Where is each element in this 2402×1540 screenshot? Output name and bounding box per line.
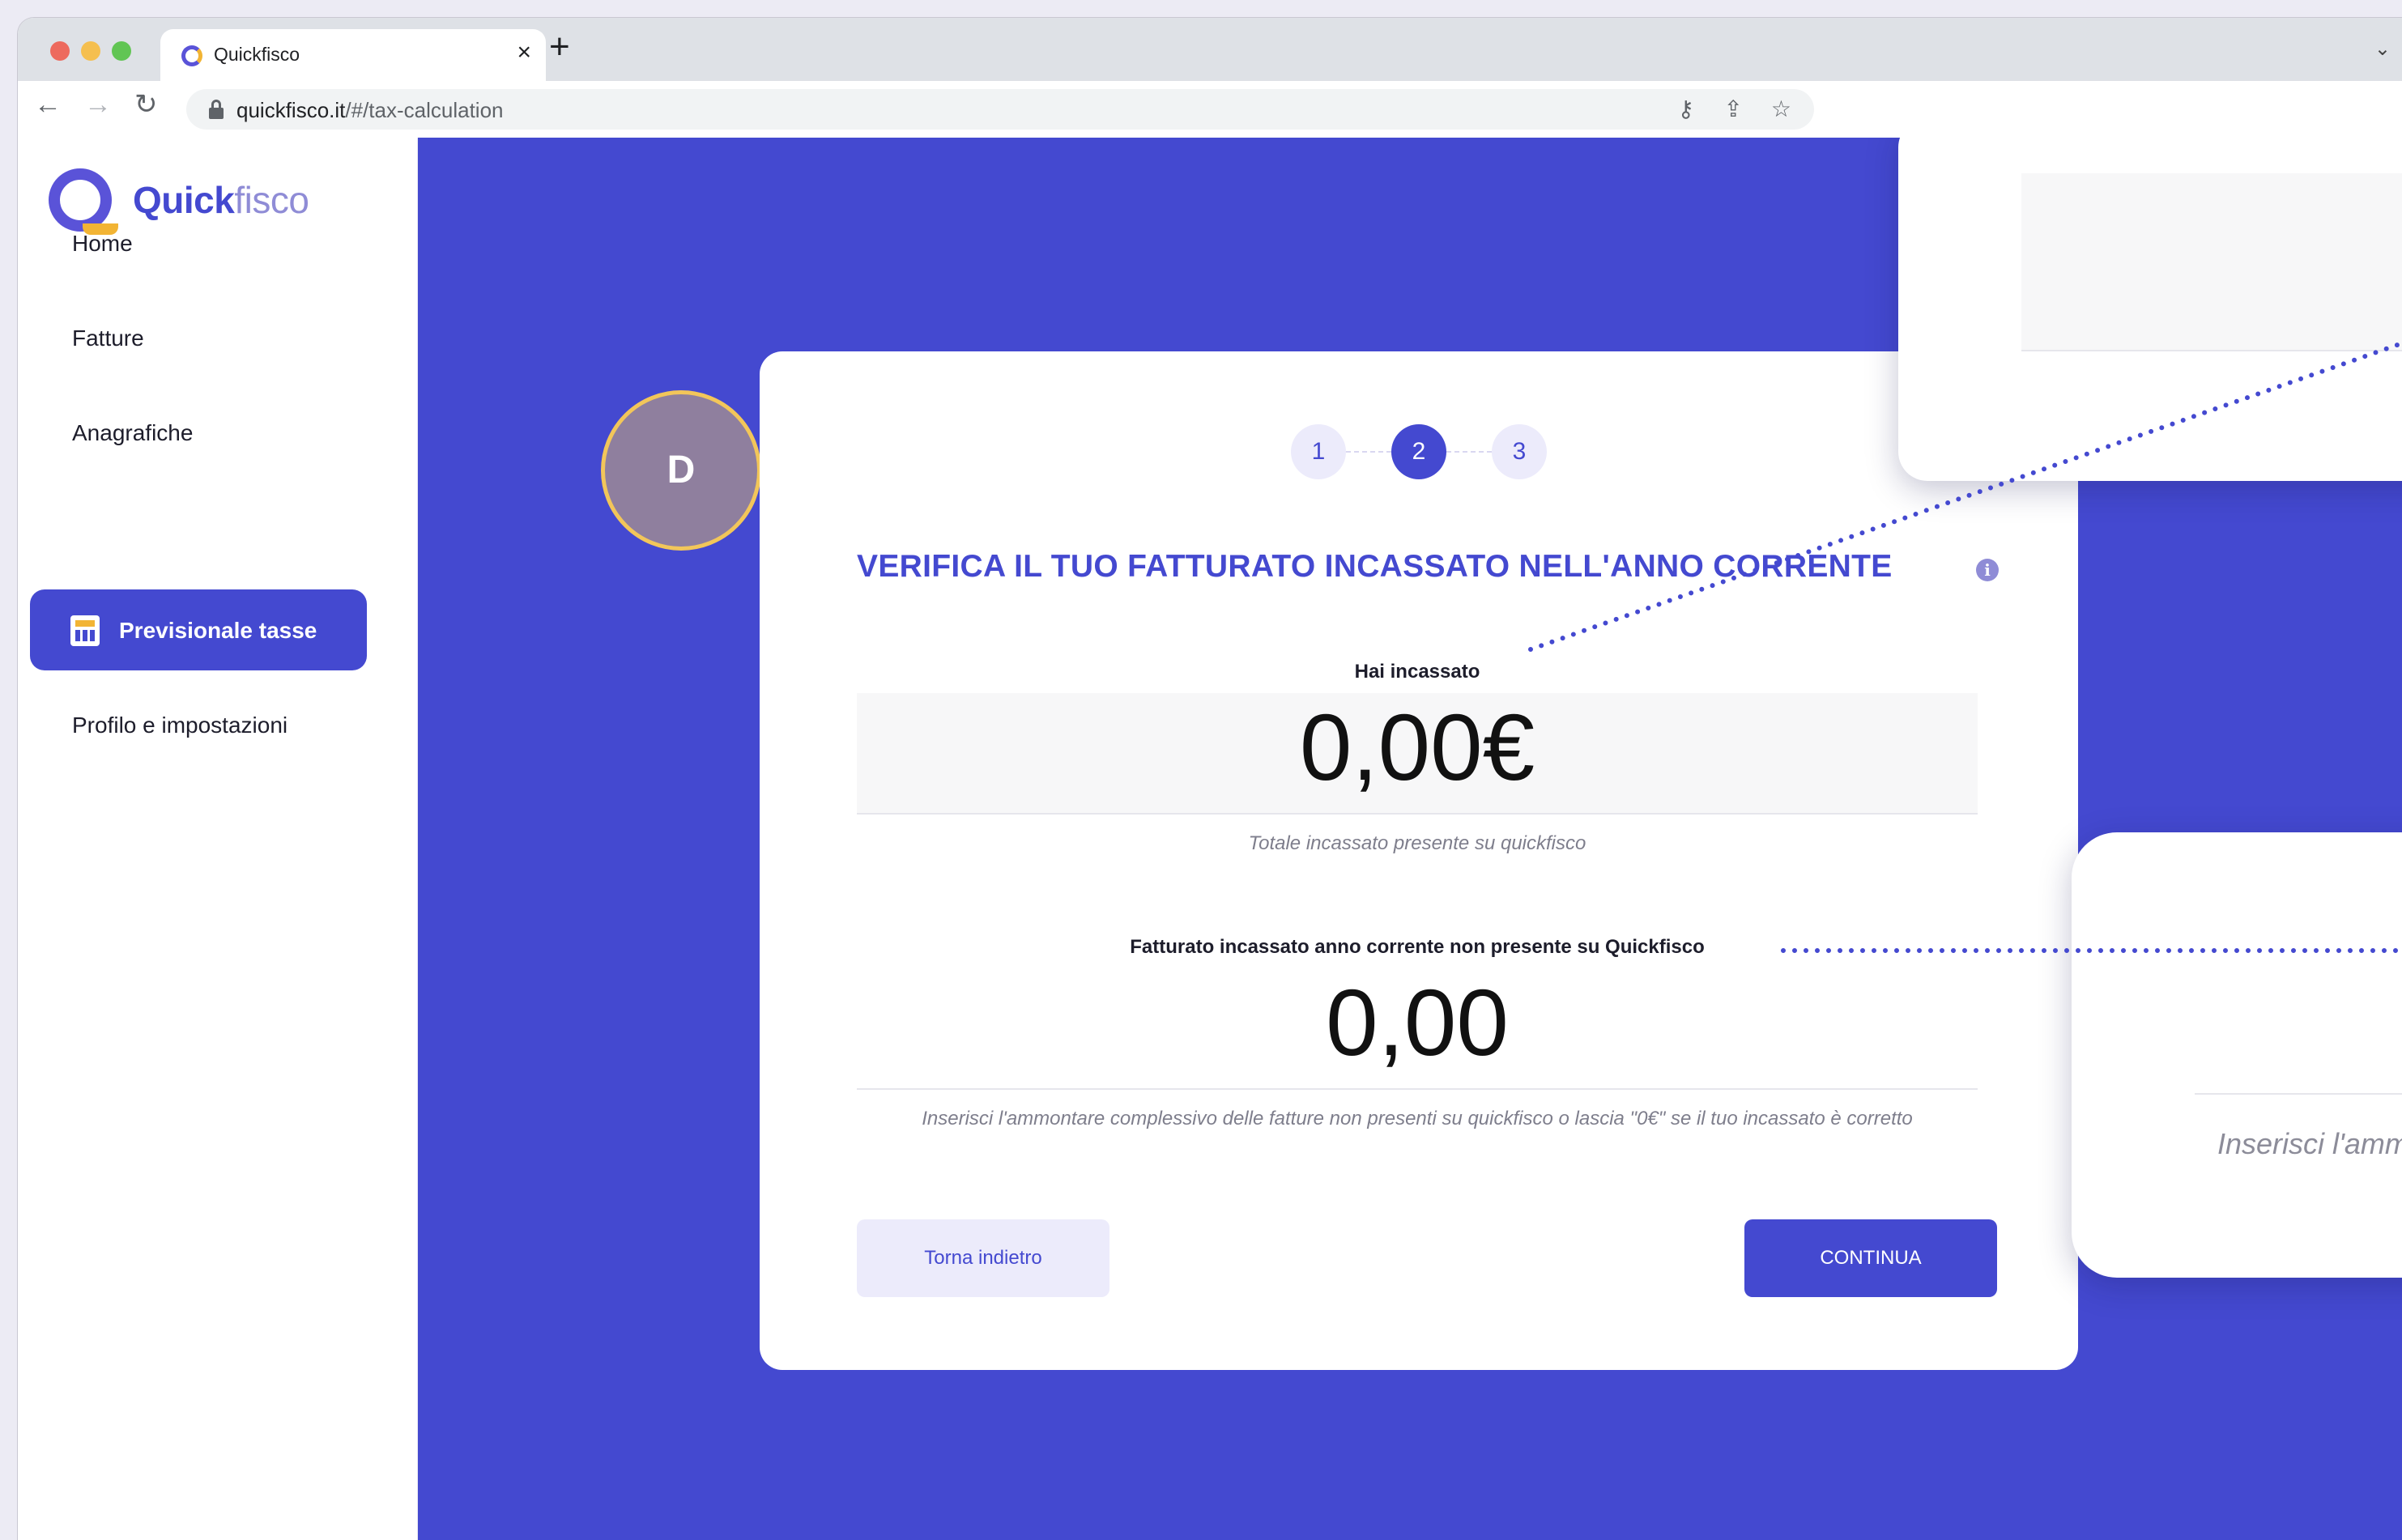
sidebar-item-previsionale-tasse[interactable]: Previsionale tasse (30, 589, 367, 670)
calculator-icon (70, 615, 100, 646)
stepper-connector (1346, 451, 1391, 453)
sidebar-item-label: Anagrafiche (72, 420, 194, 445)
reload-icon[interactable]: ↻ (134, 91, 158, 118)
collected-hint: Totale incassato presente su quickfisco (1248, 832, 1586, 854)
zoom-collected-field (2021, 173, 2402, 351)
sidebar-item-label: Previsionale tasse (119, 618, 317, 643)
stepper-connector (1446, 451, 1492, 453)
bookmark-star-icon[interactable]: ☆ (1771, 96, 1791, 122)
maximize-window-button[interactable] (112, 41, 131, 61)
minimize-window-button[interactable] (81, 41, 100, 61)
sidebar: Quickfisco Home Fatture Anagrafiche Prev… (18, 138, 418, 1540)
browser-window: Quickfisco × + ⌄ ← → ↻ quickfisco.it/#/t… (18, 18, 2402, 1540)
tab-title: Quickfisco (214, 44, 300, 65)
zoom-underline (2195, 1093, 2402, 1095)
continue-button[interactable]: CONTINUA (1744, 1219, 1997, 1297)
zoom-callout-collected (1898, 138, 2402, 481)
sidebar-item-profilo-impostazioni[interactable]: Profilo e impostazioni (30, 684, 367, 765)
stepper: 1 2 3 (1291, 424, 1550, 479)
extra-revenue-label: Fatturato incassato anno corrente non pr… (1130, 936, 1705, 958)
key-icon[interactable]: ⚷ (1677, 96, 1694, 122)
browser-toolbar: ← → ↻ quickfisco.it/#/tax-calculation ⚷ … (18, 81, 2402, 138)
browser-tab[interactable]: Quickfisco × (160, 29, 546, 81)
sidebar-item-anagrafiche[interactable]: Anagrafiche (30, 392, 367, 473)
user-avatar[interactable]: D (601, 390, 761, 551)
page-viewport: Quickfisco Home Fatture Anagrafiche Prev… (18, 138, 2402, 1540)
sidebar-item-label: Fatture (72, 325, 144, 351)
back-arrow-icon[interactable]: ← (34, 91, 62, 118)
lock-icon[interactable] (209, 100, 224, 119)
sidebar-item-label: Profilo e impostazioni (72, 713, 288, 738)
extra-revenue-input[interactable]: 0,00 (857, 968, 1978, 1090)
tab-strip: Quickfisco × + ⌄ (18, 18, 2402, 81)
step-1[interactable]: 1 (1291, 424, 1346, 479)
extra-revenue-hint: Inserisci l'ammontare complessivo delle … (922, 1108, 1913, 1129)
address-bar[interactable]: quickfisco.it/#/tax-calculation ⚷ ⇪ ☆ (186, 89, 1814, 130)
sidebar-item-fatture[interactable]: Fatture (30, 297, 367, 378)
info-icon[interactable]: i (1976, 559, 1999, 581)
quickfisco-favicon-icon (181, 45, 202, 66)
zoom-callout-extra: Inserisci l'amm (2072, 832, 2402, 1278)
step-2-current[interactable]: 2 (1391, 424, 1446, 479)
close-tab-icon[interactable]: × (517, 39, 531, 66)
url-text[interactable]: quickfisco.it/#/tax-calculation (236, 98, 504, 123)
collected-amount-display: 0,00€ (857, 693, 1978, 815)
new-tab-icon[interactable]: + (549, 29, 570, 65)
collected-label: Hai incassato (1354, 661, 1480, 683)
tax-calculation-card: 1 2 3 VERIFICA IL TUO FATTURATO INCASSAT… (760, 351, 2078, 1370)
step-3[interactable]: 3 (1492, 424, 1547, 479)
zoom-hint-text: Inserisci l'amm (2217, 1127, 2402, 1160)
close-window-button[interactable] (50, 41, 70, 61)
tab-search-chevron-icon[interactable]: ⌄ (2374, 37, 2391, 61)
share-icon[interactable]: ⇪ (1724, 96, 1743, 122)
sidebar-item-home[interactable]: Home (30, 202, 367, 283)
sidebar-item-label: Home (72, 231, 133, 256)
back-button[interactable]: Torna indietro (857, 1219, 1109, 1297)
forward-arrow-icon[interactable]: → (84, 91, 112, 118)
page-title: VERIFICA IL TUO FATTURATO INCASSATO NELL… (857, 549, 1893, 584)
